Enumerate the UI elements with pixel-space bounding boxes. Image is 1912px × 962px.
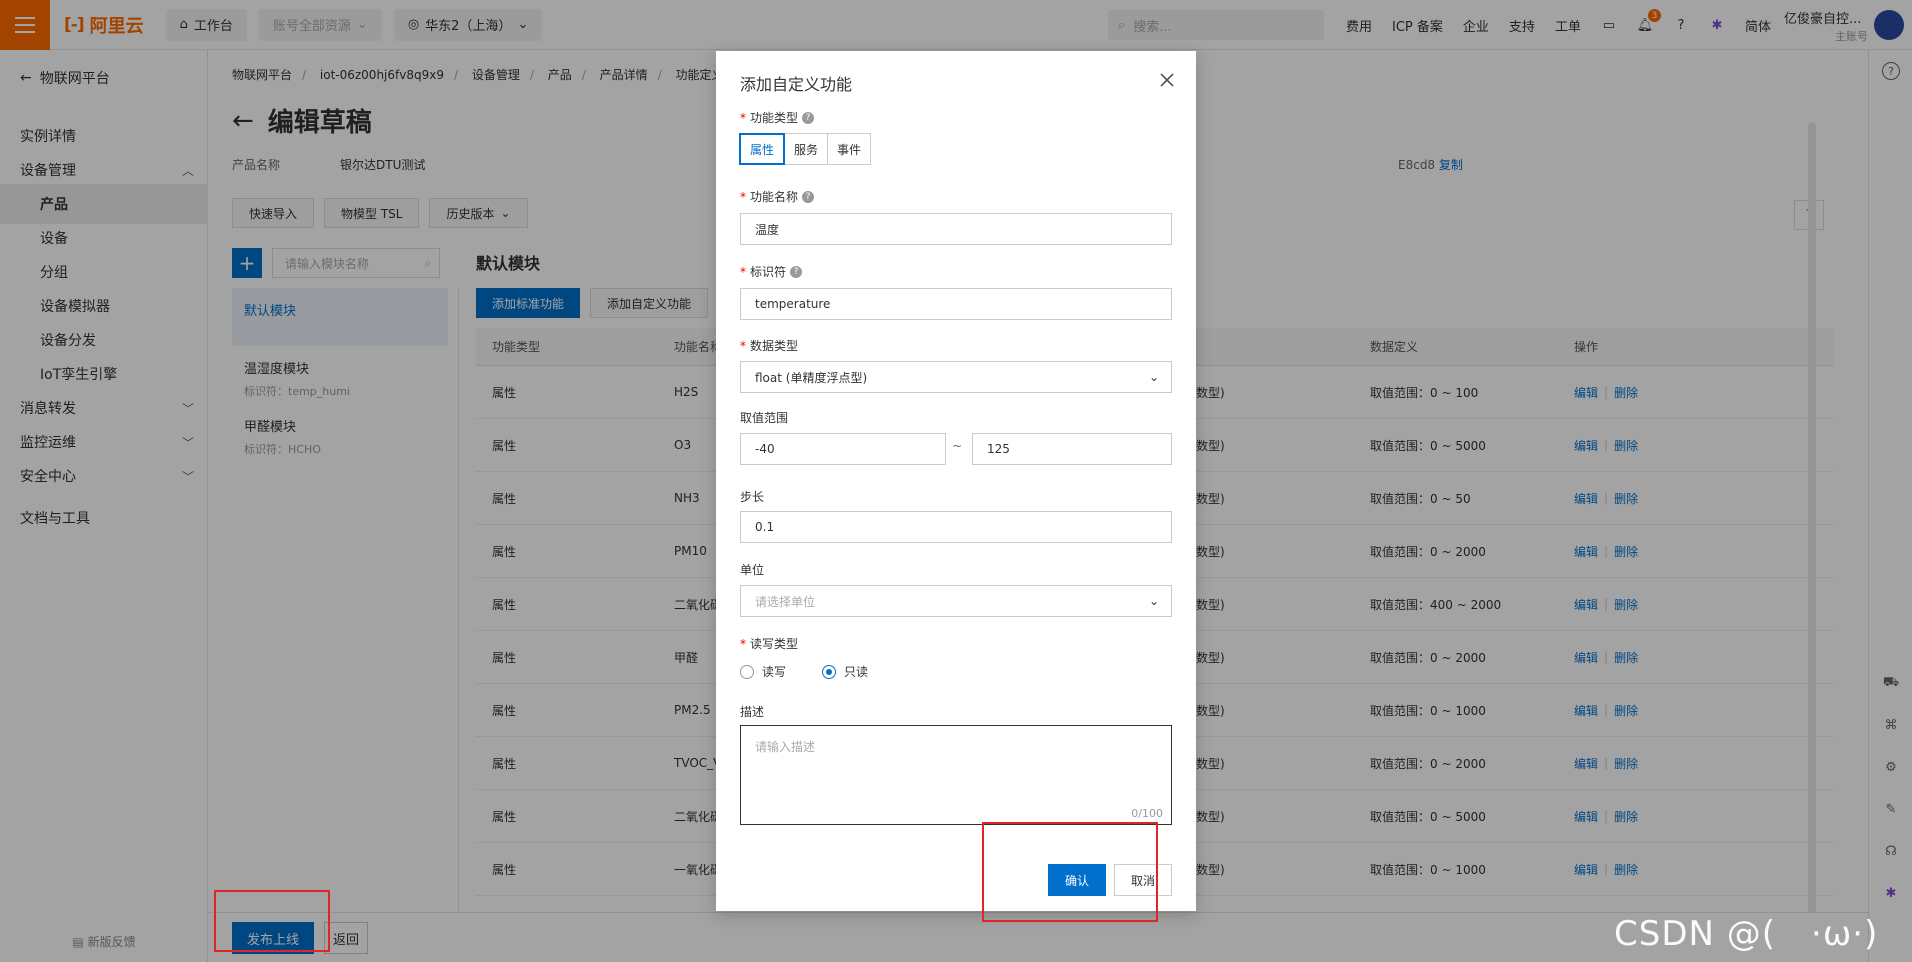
name-label-text: 功能名称 (750, 190, 799, 204)
data-type-label: * 数据类型 (740, 337, 798, 354)
radio-label: 读写 (762, 665, 787, 679)
unit-placeholder: 请选择单位 (755, 594, 816, 609)
radio-label: 只读 (844, 665, 869, 679)
data-type-select[interactable]: float (单精度浮点型) ⌄ (740, 361, 1172, 393)
radio-circle (740, 664, 754, 679)
step-label: 步长 (740, 490, 765, 504)
required-mark: * (740, 338, 746, 353)
function-name-input[interactable]: 温度 (740, 213, 1172, 245)
identifier-label-text: 标识符 (750, 265, 787, 279)
required-mark: * (740, 189, 746, 204)
range-label: 取值范围 (740, 411, 789, 425)
required-mark: * (740, 264, 746, 279)
func-type-property[interactable]: 属性 (739, 133, 786, 165)
required-mark: * (740, 636, 746, 651)
dialog-title: 添加自定义功能 (740, 75, 853, 94)
rw-type-label-text: 读写类型 (750, 637, 799, 651)
help-icon[interactable]: ? (802, 190, 815, 203)
close-icon[interactable] (1158, 71, 1176, 89)
data-type-label-text: 数据类型 (750, 339, 799, 353)
desc-label: 描述 (740, 705, 765, 719)
radio-circle-checked (822, 664, 836, 679)
unit-select[interactable]: 请选择单位 ⌄ (740, 585, 1172, 617)
radio-read-only[interactable]: 只读 (822, 663, 868, 680)
func-type-service[interactable]: 服务 (784, 133, 829, 165)
radio-read-write[interactable]: 读写 (740, 663, 786, 680)
identifier-input[interactable]: temperature (740, 288, 1172, 320)
range-min-input[interactable]: -40 (740, 433, 946, 465)
help-icon[interactable]: ? (802, 111, 815, 124)
data-type-value: float (单精度浮点型) (755, 370, 868, 385)
rw-type-label: * 读写类型 (740, 635, 798, 652)
description-textarea[interactable]: 请输入描述 0/100 (740, 725, 1172, 825)
desc-placeholder: 请输入描述 (755, 740, 816, 754)
func-type-label-text: 功能类型 (750, 111, 799, 125)
name-label: * 功能名称? (740, 188, 815, 205)
identifier-label: * 标识符? (740, 263, 803, 280)
char-counter: 0/100 (1131, 807, 1163, 820)
range-separator: ~ (952, 439, 963, 453)
chevron-down-icon: ⌄ (1148, 594, 1159, 608)
help-icon[interactable]: ? (790, 265, 803, 278)
step-input[interactable]: 0.1 (740, 511, 1172, 543)
add-custom-function-dialog: 添加自定义功能 * 功能类型? 属性 服务 事件 * 功能名称? 温度 * 标识符? … (716, 51, 1196, 911)
unit-label: 单位 (740, 563, 765, 577)
annotation-box-confirm (982, 822, 1158, 922)
func-type-segmented: 属性 服务 事件 (739, 133, 872, 165)
range-max-input[interactable]: 125 (972, 433, 1172, 465)
required-mark: * (740, 110, 746, 125)
func-type-event[interactable]: 事件 (827, 133, 872, 165)
func-type-label: * 功能类型? (740, 109, 815, 126)
chevron-down-icon: ⌄ (1148, 370, 1159, 384)
watermark: CSDN @( ·ω·) (1614, 914, 1879, 954)
annotation-box-publish (214, 890, 330, 952)
